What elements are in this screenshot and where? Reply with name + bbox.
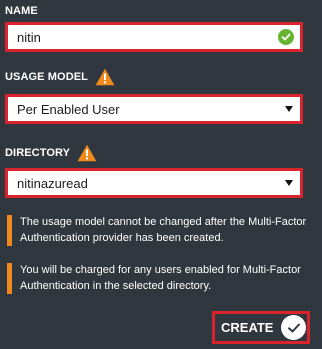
usage-model-select[interactable]: Per Enabled User	[5, 94, 303, 124]
usage-model-note: The usage model cannot be changed after …	[7, 214, 307, 246]
name-input-value: nitin	[17, 29, 41, 45]
directory-label-text: DIRECTORY	[5, 147, 71, 159]
name-input[interactable]: nitin	[5, 22, 303, 52]
charge-note: You will be charged for any users enable…	[7, 262, 307, 294]
create-button-label: CREATE	[221, 320, 274, 335]
warning-triangle-icon	[95, 68, 115, 86]
chevron-down-icon	[285, 106, 293, 112]
checkmark-icon	[281, 315, 307, 340]
directory-label: DIRECTORY	[5, 144, 97, 162]
warning-bar	[7, 215, 12, 246]
directory-select[interactable]: nitinazuread	[5, 168, 303, 198]
name-label: NAME	[5, 2, 38, 20]
check-circle-icon	[278, 29, 294, 45]
warning-bar	[7, 263, 12, 294]
create-button[interactable]: CREATE	[212, 311, 310, 344]
charge-note-text: You will be charged for any users enable…	[20, 264, 301, 292]
name-label-text: NAME	[5, 5, 38, 17]
warning-triangle-icon	[77, 144, 97, 162]
usage-model-note-text: The usage model cannot be changed after …	[20, 216, 307, 244]
usage-model-select-value: Per Enabled User	[17, 101, 120, 117]
directory-select-value: nitinazuread	[17, 175, 88, 191]
chevron-down-icon	[285, 180, 293, 186]
usage-model-label-text: USAGE MODEL	[5, 71, 88, 83]
usage-model-label: USAGE MODEL	[5, 68, 115, 86]
